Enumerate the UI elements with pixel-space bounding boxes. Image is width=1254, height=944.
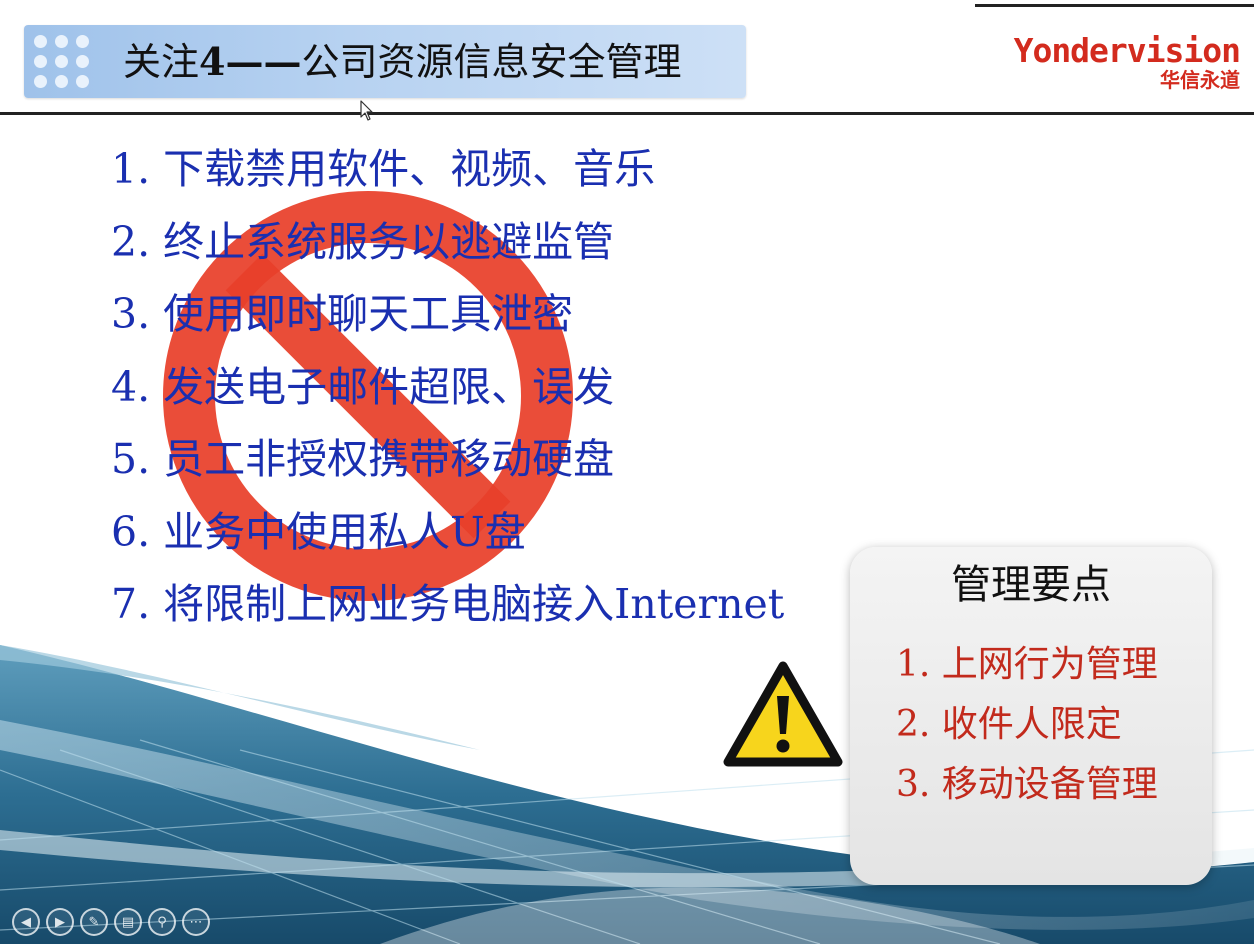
list-item: 2. 终止系统服务以逃避监管 [111,217,615,266]
warning-triangle-icon [723,661,843,767]
slide-title: 关注4——公司资源信息安全管理 [123,37,681,87]
list-item: 6. 业务中使用私人U盘 [111,507,526,556]
key-points-box: 管理要点 1. 上网行为管理 2. 收件人限定 3. 移动设备管理 [850,547,1212,885]
slideshow-controls: ◀ ▶ ✎ ▤ ⚲ ⋯ [12,908,210,936]
title-bar: 关注4——公司资源信息安全管理 [24,25,746,98]
title-prefix: 关注 [123,40,200,84]
slide-header: 关注4——公司资源信息安全管理 Yondervision 华信永道 [0,0,1254,115]
key-point-item: 1. 上网行为管理 [896,644,1158,685]
slides-icon[interactable]: ▤ [114,908,142,936]
mouse-cursor-icon [360,100,373,121]
list-item: 5. 员工非授权携带移动硬盘 [111,435,615,483]
pen-icon[interactable]: ✎ [80,908,108,936]
list-item: 1. 下载禁用软件、视频、音乐 [111,145,656,193]
header-rule [975,4,1254,7]
list-item: 3. 使用即时聊天工具泄密 [111,290,574,338]
logo-chinese: 华信永道 [1160,68,1240,92]
title-suffix: 公司资源信息安全管理 [301,40,682,84]
key-point-item: 3. 移动设备管理 [896,764,1158,805]
more-icon[interactable]: ⋯ [182,908,210,936]
key-points-title: 管理要点 [951,562,1111,608]
previous-icon[interactable]: ◀ [12,908,40,936]
list-item: 4. 发送电子邮件超限、误发 [111,362,615,411]
list-item: 7. 将限制上网业务电脑接入Internet [111,580,785,628]
zoom-icon[interactable]: ⚲ [148,908,176,936]
risk-list: 1. 下载禁用软件、视频、音乐 2. 终止系统服务以逃避监管 3. 使用即时聊天… [111,133,784,641]
title-number: 4—— [199,39,302,84]
next-icon[interactable]: ▶ [46,908,74,936]
dot-grid-icon [34,35,94,89]
company-logo: Yondervision 华信永道 [1013,31,1241,93]
logo-english: Yondervision [1013,31,1241,70]
key-point-item: 2. 收件人限定 [896,704,1122,745]
key-points-list: 1. 上网行为管理 2. 收件人限定 3. 移动设备管理 [896,635,1158,815]
